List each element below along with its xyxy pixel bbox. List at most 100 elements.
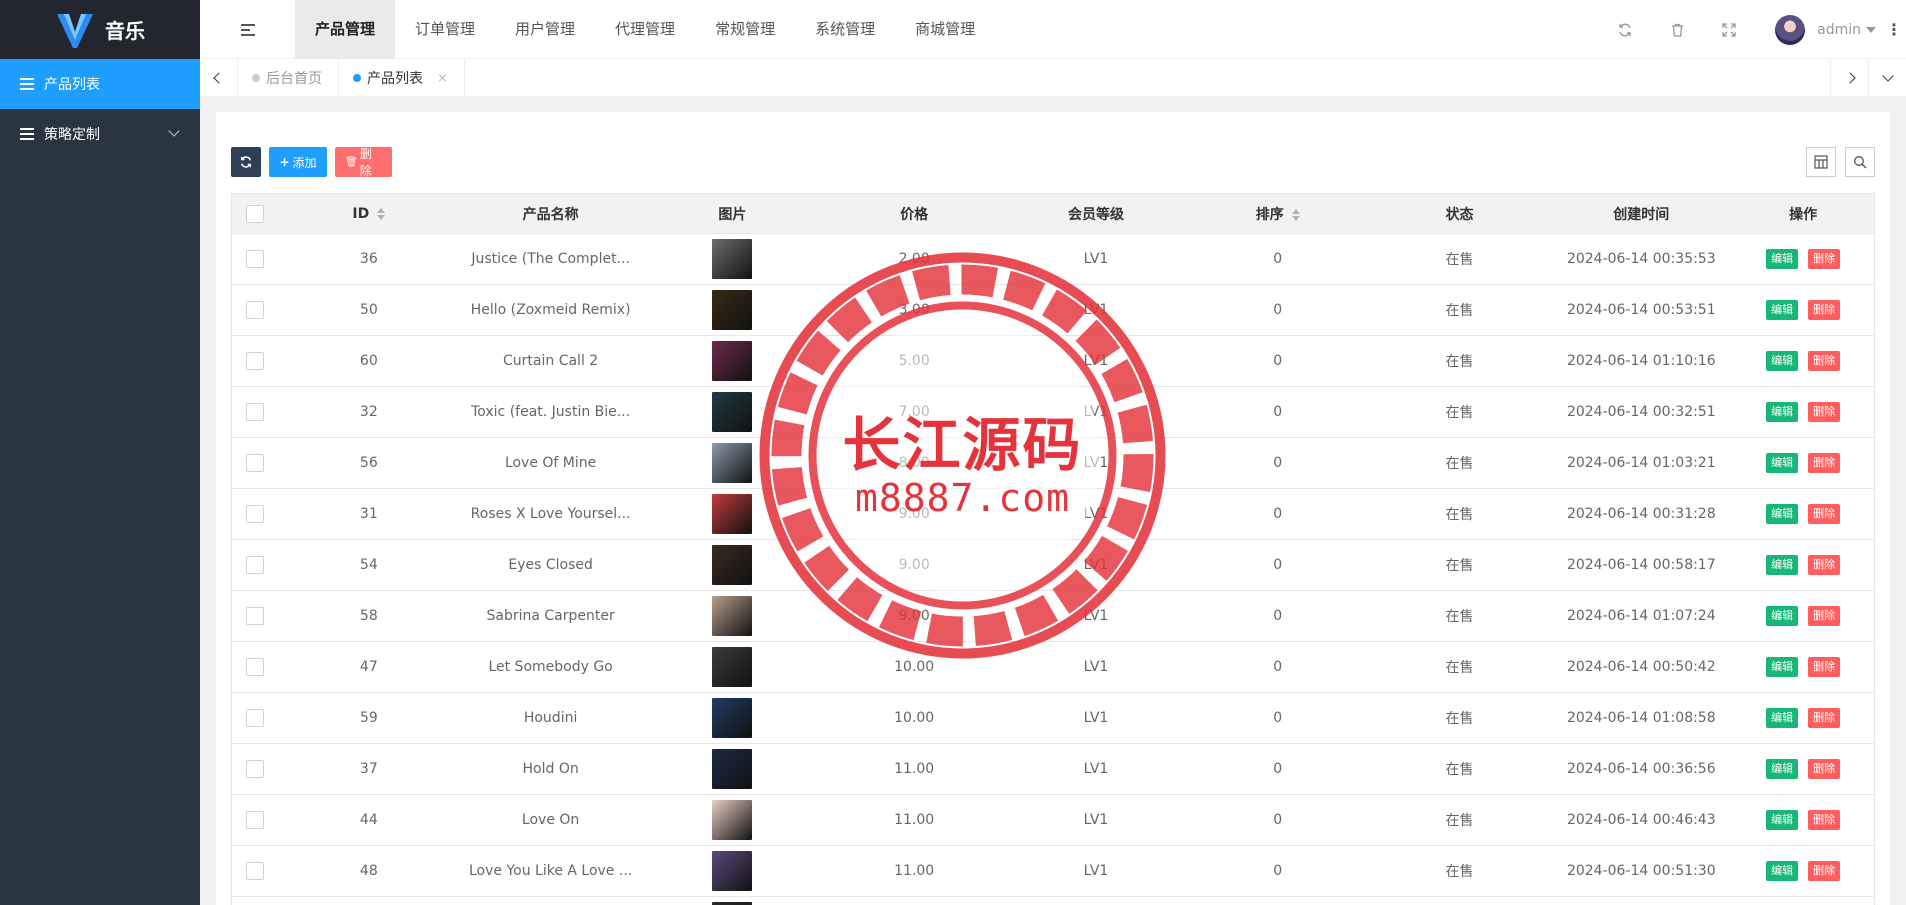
- album-cover-image[interactable]: [712, 545, 753, 585]
- refresh-button[interactable]: [231, 147, 261, 177]
- edit-button[interactable]: 编辑: [1766, 759, 1799, 779]
- user-menu[interactable]: admin: [1775, 14, 1876, 45]
- search-toggle-button[interactable]: [1845, 147, 1875, 177]
- album-cover-image[interactable]: [712, 239, 753, 279]
- tabs-scroll-left-button[interactable]: [200, 59, 238, 97]
- edit-button[interactable]: 编辑: [1766, 606, 1799, 626]
- nav-system-management[interactable]: 系统管理: [795, 0, 895, 59]
- nav-general-management[interactable]: 常规管理: [695, 0, 795, 59]
- row-delete-button[interactable]: 删除: [1808, 708, 1841, 728]
- table-row[interactable]: 60 Curtain Call 2 5.00 LV1 0 在售 2024-06-…: [232, 336, 1874, 387]
- edit-button[interactable]: 编辑: [1766, 861, 1799, 881]
- edit-button[interactable]: 编辑: [1766, 300, 1799, 320]
- tabs-scroll-right-button[interactable]: [1830, 59, 1868, 97]
- table-row[interactable]: 47 Let Somebody Go 10.00 LV1 0 在售 2024-0…: [232, 642, 1874, 693]
- edit-button[interactable]: 编辑: [1766, 402, 1799, 422]
- album-cover-image[interactable]: [712, 749, 753, 789]
- row-delete-button[interactable]: 删除: [1808, 504, 1841, 524]
- nav-order-management[interactable]: 订单管理: [395, 0, 495, 59]
- table-row[interactable]: 36 Justice (The Complet... 2.00 LV1 0 在售…: [232, 234, 1874, 285]
- edit-button[interactable]: 编辑: [1766, 453, 1799, 473]
- edit-button[interactable]: 编辑: [1766, 810, 1799, 830]
- row-checkbox[interactable]: [245, 505, 264, 523]
- table-row[interactable]: 56 Love Of Mine 8.00 LV1 0 在售 2024-06-14…: [232, 438, 1874, 489]
- table-row[interactable]: 54 Eyes Closed 9.00 LV1 0 在售 2024-06-14 …: [232, 540, 1874, 591]
- tabs-dropdown-button[interactable]: [1868, 59, 1906, 97]
- edit-button[interactable]: 编辑: [1766, 708, 1799, 728]
- nav-agent-management[interactable]: 代理管理: [595, 0, 695, 59]
- table-row[interactable]: [232, 897, 1874, 905]
- row-checkbox[interactable]: [245, 760, 264, 778]
- row-delete-button[interactable]: 删除: [1808, 555, 1841, 575]
- album-cover-image[interactable]: [712, 596, 753, 636]
- close-icon[interactable]: ×: [437, 71, 448, 86]
- row-delete-button[interactable]: 删除: [1808, 657, 1841, 677]
- add-button[interactable]: + 添加: [269, 147, 327, 177]
- fullscreen-button[interactable]: [1703, 0, 1755, 59]
- cell-created: 2024-06-14 01:08:58: [1566, 710, 1716, 726]
- row-checkbox[interactable]: [245, 301, 264, 319]
- album-cover-image[interactable]: [712, 494, 753, 534]
- column-header-id[interactable]: ID: [278, 206, 460, 222]
- edit-button[interactable]: 编辑: [1766, 504, 1799, 524]
- nav-product-management[interactable]: 产品管理: [295, 0, 396, 59]
- tab-product-list[interactable]: 产品列表 ×: [339, 59, 465, 97]
- album-cover-image[interactable]: [712, 341, 753, 381]
- sort-icon[interactable]: [377, 207, 386, 220]
- edit-button[interactable]: 编辑: [1766, 555, 1799, 575]
- sidebar-toggle-button[interactable]: [200, 0, 295, 59]
- nav-mall-management[interactable]: 商城管理: [895, 0, 995, 59]
- app-logo[interactable]: 音乐: [0, 0, 200, 59]
- table-row[interactable]: 58 Sabrina Carpenter 9.00 LV1 0 在售 2024-…: [232, 591, 1874, 642]
- row-checkbox[interactable]: [245, 811, 264, 829]
- column-filter-button[interactable]: [1806, 147, 1836, 177]
- sort-icon[interactable]: [1291, 208, 1300, 221]
- table-row[interactable]: 31 Roses X Love Yoursel... 9.00 LV1 0 在售…: [232, 489, 1874, 540]
- row-delete-button[interactable]: 删除: [1808, 300, 1841, 320]
- row-checkbox[interactable]: [245, 862, 264, 880]
- sidebar-item-product-list[interactable]: 产品列表: [0, 59, 200, 109]
- album-cover-image[interactable]: [712, 647, 753, 687]
- row-delete-button[interactable]: 删除: [1808, 759, 1841, 779]
- album-cover-image[interactable]: [712, 800, 753, 840]
- row-checkbox[interactable]: [245, 556, 264, 574]
- album-cover-image[interactable]: [712, 443, 753, 483]
- row-checkbox[interactable]: [245, 658, 264, 676]
- row-delete-button[interactable]: 删除: [1808, 810, 1841, 830]
- row-delete-button[interactable]: 删除: [1808, 351, 1841, 371]
- row-checkbox[interactable]: [245, 250, 264, 268]
- row-checkbox[interactable]: [245, 352, 264, 370]
- sidebar-item-strategy[interactable]: 策略定制: [0, 109, 200, 159]
- cell-status: 在售: [1445, 813, 1474, 829]
- select-all-checkbox[interactable]: [245, 204, 264, 223]
- album-cover-image[interactable]: [712, 290, 753, 330]
- row-delete-button[interactable]: 删除: [1808, 606, 1841, 626]
- table-row[interactable]: 50 Hello (Zoxmeid Remix) 3.00 LV1 0 在售 2…: [232, 285, 1874, 336]
- row-checkbox[interactable]: [245, 607, 264, 625]
- row-delete-button[interactable]: 删除: [1808, 402, 1841, 422]
- table-row[interactable]: 44 Love On 11.00 LV1 0 在售 2024-06-14 00:…: [232, 795, 1874, 846]
- nav-user-management[interactable]: 用户管理: [495, 0, 595, 59]
- more-menu-button[interactable]: ⋮: [1882, 20, 1906, 39]
- edit-button[interactable]: 编辑: [1766, 249, 1799, 269]
- delete-button[interactable]: 🗑 删除: [335, 147, 392, 178]
- edit-button[interactable]: 编辑: [1766, 351, 1799, 371]
- row-checkbox[interactable]: [245, 709, 264, 727]
- table-row[interactable]: 37 Hold On 11.00 LV1 0 在售 2024-06-14 00:…: [232, 744, 1874, 795]
- album-cover-image[interactable]: [712, 698, 753, 738]
- clear-cache-button[interactable]: [1651, 0, 1703, 59]
- row-delete-button[interactable]: 删除: [1808, 249, 1841, 269]
- row-checkbox[interactable]: [245, 403, 264, 421]
- table-row[interactable]: 48 Love You Like A Love ... 11.00 LV1 0 …: [232, 846, 1874, 897]
- table-row[interactable]: 59 Houdini 10.00 LV1 0 在售 2024-06-14 01:…: [232, 693, 1874, 744]
- column-header-sort[interactable]: 排序: [1187, 204, 1369, 224]
- row-delete-button[interactable]: 删除: [1808, 453, 1841, 473]
- row-delete-button[interactable]: 删除: [1808, 861, 1841, 881]
- table-row[interactable]: 32 Toxic (feat. Justin Bie... 7.00 LV1 0…: [232, 387, 1874, 438]
- album-cover-image[interactable]: [712, 851, 753, 891]
- refresh-page-button[interactable]: [1599, 0, 1651, 59]
- tab-home[interactable]: 后台首页: [238, 59, 339, 97]
- row-checkbox[interactable]: [245, 454, 264, 472]
- edit-button[interactable]: 编辑: [1766, 657, 1799, 677]
- album-cover-image[interactable]: [712, 392, 753, 432]
